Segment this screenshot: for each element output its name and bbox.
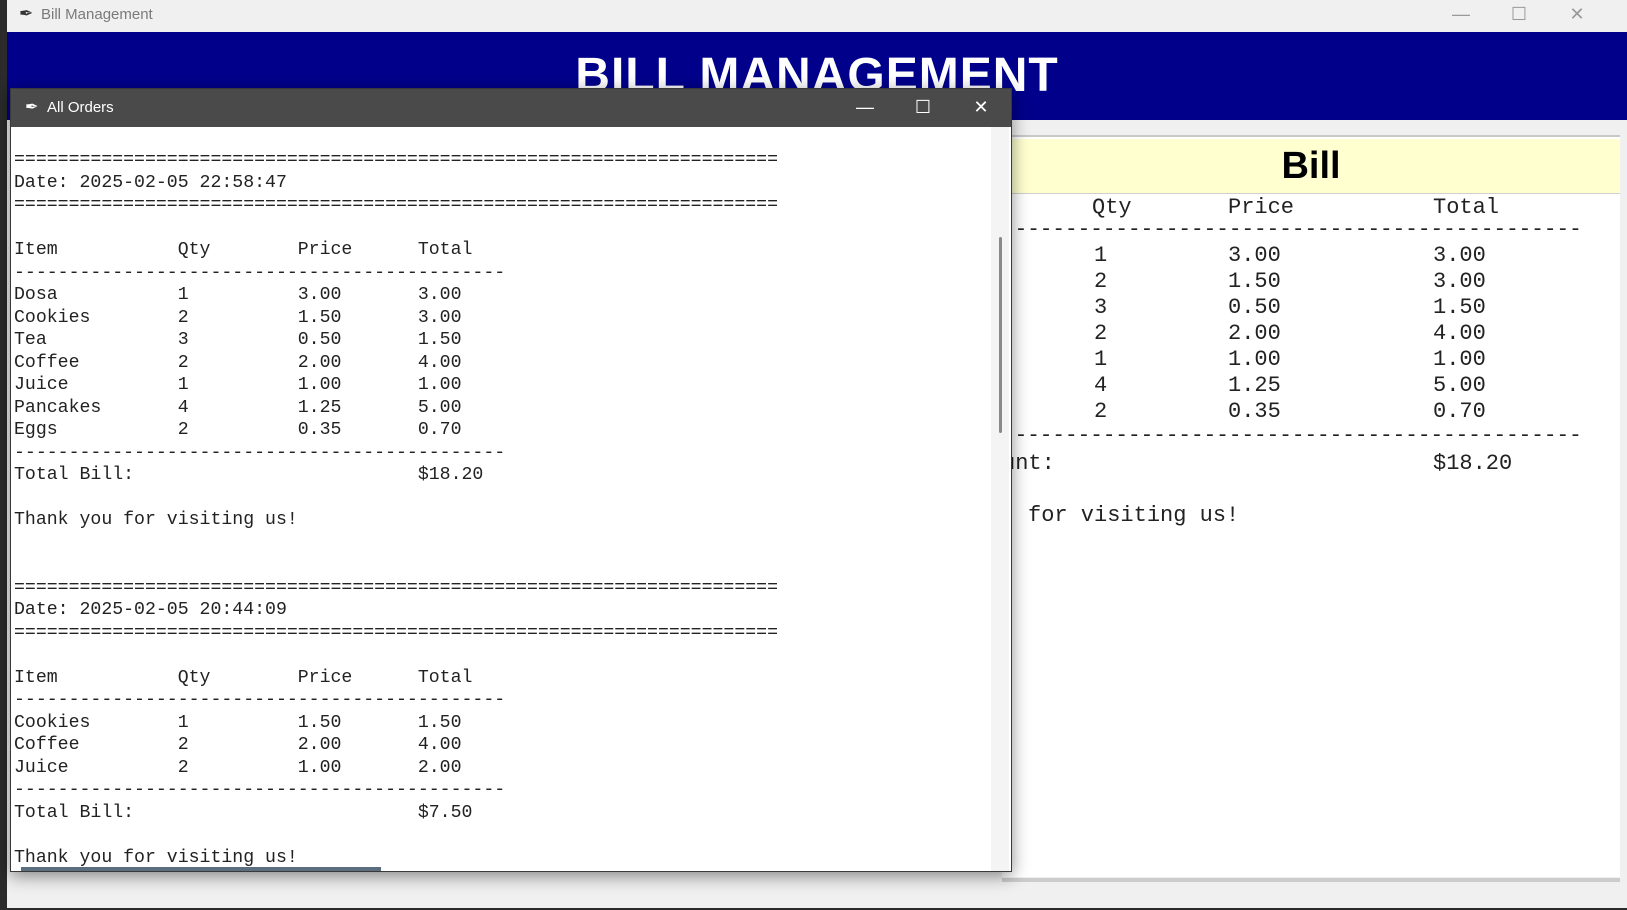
bill-row-total: 0.70 xyxy=(1433,399,1486,424)
bill-total-label: unt: xyxy=(1002,451,1055,476)
maximize-button[interactable]: ☐ xyxy=(1490,0,1548,32)
bill-header: Bill xyxy=(1002,139,1620,194)
bill-row: 3 0.50 1.50 xyxy=(1002,295,1620,321)
bill-divider-top: ----------------------------------------… xyxy=(1002,219,1582,242)
main-window-title: Bill Management xyxy=(41,6,153,23)
bill-row: 2 0.35 0.70 xyxy=(1002,399,1620,425)
bill-thank-you: for visiting us! xyxy=(1028,503,1240,528)
bill-row-price: 2.00 xyxy=(1228,321,1281,346)
bill-row-price: 1.50 xyxy=(1228,269,1281,294)
feather-app-icon: ✒ xyxy=(25,99,39,116)
total-column-header: Total xyxy=(1433,195,1500,220)
bill-row-qty: 1 xyxy=(1094,243,1108,268)
bill-row-total: 1.00 xyxy=(1433,347,1486,372)
feather-app-icon: ✒ xyxy=(19,4,34,23)
bill-total-value: $18.20 xyxy=(1433,451,1513,476)
orders-window-title: All Orders xyxy=(47,99,114,116)
bill-row: 2 2.00 4.00 xyxy=(1002,321,1620,347)
orders-log-text[interactable]: ========================================… xyxy=(14,127,989,891)
bill-row-price: 3.00 xyxy=(1228,243,1281,268)
bill-row-price: 1.25 xyxy=(1228,373,1281,398)
bill-row-price: 1.00 xyxy=(1228,347,1281,372)
orders-maximize-button[interactable]: ☐ xyxy=(894,89,952,127)
all-orders-window: ✒ All Orders — ☐ ✕ =====================… xyxy=(10,88,1012,872)
qty-column-header: Qty xyxy=(1092,195,1132,220)
horizontal-scroll-indicator[interactable] xyxy=(21,867,381,871)
orders-close-button[interactable]: ✕ xyxy=(952,89,1010,127)
bill-row-price: 0.35 xyxy=(1228,399,1281,424)
bill-row: 1 1.00 1.00 xyxy=(1002,347,1620,373)
minimize-button[interactable]: — xyxy=(1432,0,1490,32)
bill-row-total: 5.00 xyxy=(1433,373,1486,398)
bill-row-price: 0.50 xyxy=(1228,295,1281,320)
price-column-header: Price xyxy=(1228,195,1295,220)
orders-titlebar[interactable]: ✒ All Orders — ☐ ✕ xyxy=(11,89,1011,127)
bill-row-qty: 3 xyxy=(1094,295,1108,320)
bill-row: 1 3.00 3.00 xyxy=(1002,243,1620,269)
bill-row-total: 3.00 xyxy=(1433,243,1486,268)
main-titlebar[interactable]: ✒ Bill Management — ☐ ✕ xyxy=(7,0,1627,32)
horizontal-scrollbar[interactable] xyxy=(1002,878,1620,882)
close-button[interactable]: ✕ xyxy=(1548,0,1606,32)
bill-row-total: 3.00 xyxy=(1433,269,1486,294)
orders-minimize-button[interactable]: — xyxy=(836,89,894,127)
bill-divider-bottom: ----------------------------------------… xyxy=(1002,425,1582,448)
scrollbar-thumb[interactable] xyxy=(999,237,1002,433)
bill-row-total: 4.00 xyxy=(1433,321,1486,346)
bill-row-total: 1.50 xyxy=(1433,295,1486,320)
bill-row-qty: 1 xyxy=(1094,347,1108,372)
vertical-scrollbar[interactable] xyxy=(991,127,1009,871)
bill-row-qty: 2 xyxy=(1094,399,1108,424)
bill-panel: Bill Qty Price Total -------------------… xyxy=(1002,135,1620,877)
bill-row-qty: 2 xyxy=(1094,269,1108,294)
bill-row: 4 1.25 5.00 xyxy=(1002,373,1620,399)
bill-row-qty: 4 xyxy=(1094,373,1108,398)
bill-row-qty: 2 xyxy=(1094,321,1108,346)
bill-row: 2 1.50 3.00 xyxy=(1002,269,1620,295)
